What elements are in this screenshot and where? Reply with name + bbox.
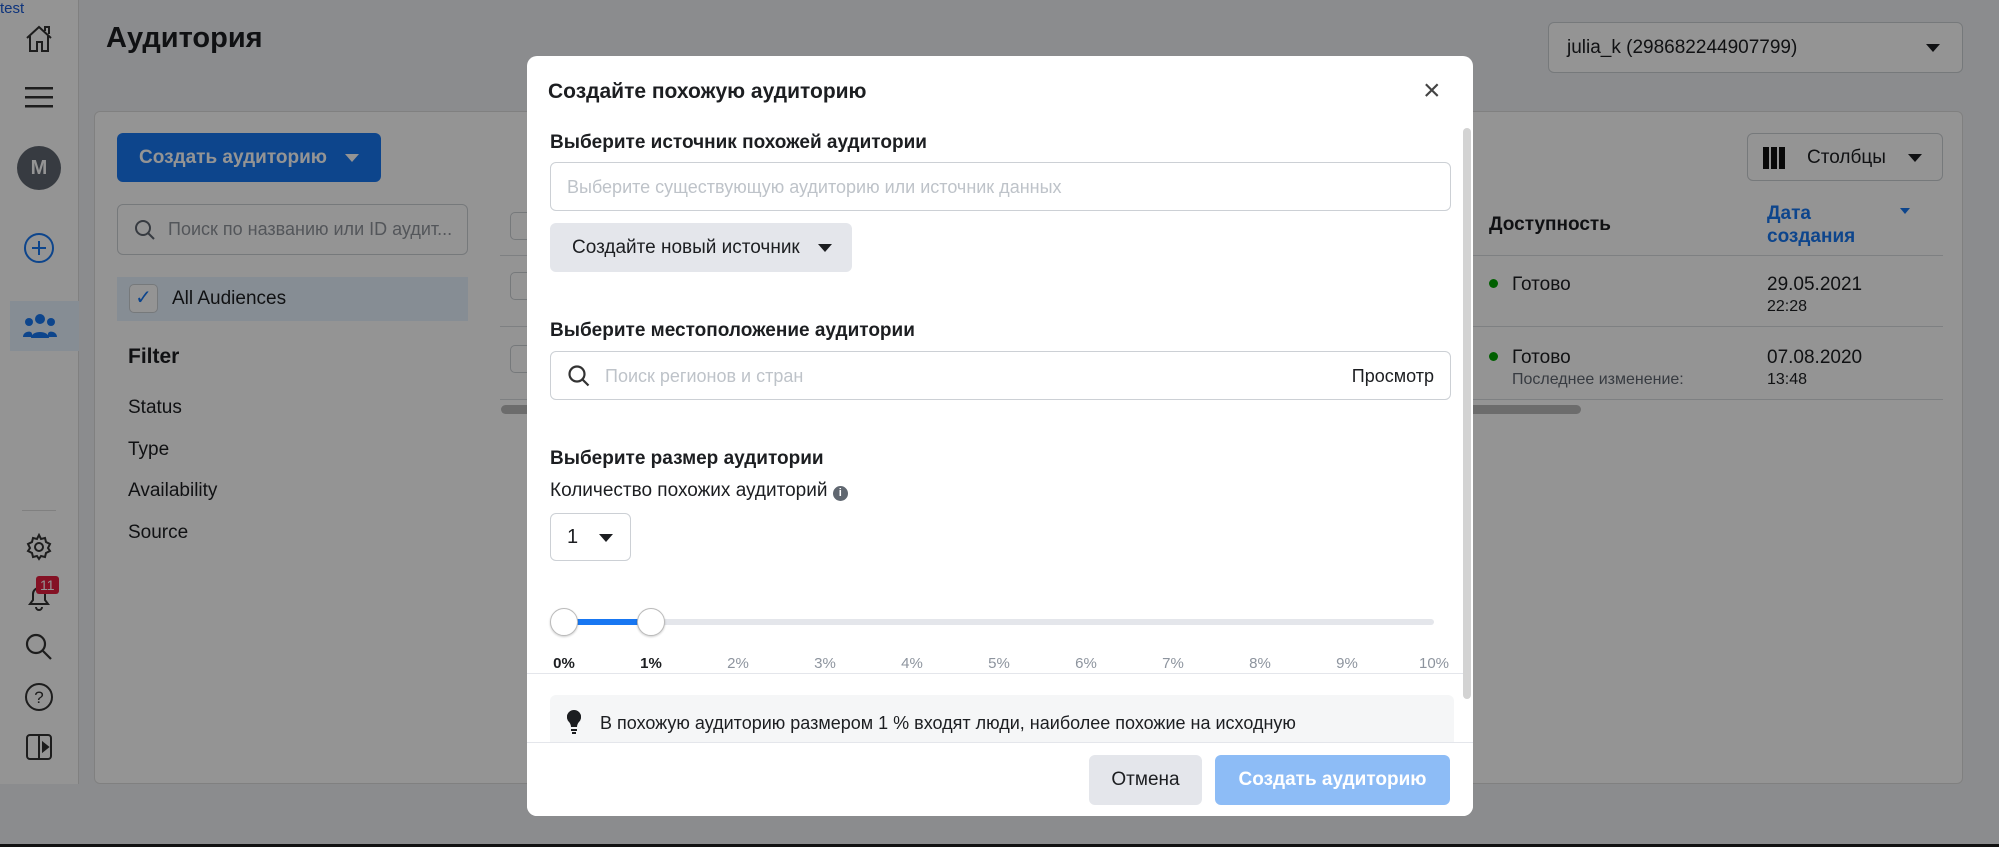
- caret-down-icon: [818, 244, 832, 252]
- slider-tick-label: 4%: [901, 655, 923, 672]
- slider-tick-label: 9%: [1336, 655, 1358, 672]
- slider-tick-label: 0%: [553, 655, 575, 672]
- size-section-label: Выберите размер аудитории: [550, 448, 824, 469]
- slider-tick-label: 1%: [640, 655, 662, 672]
- location-search-input[interactable]: Поиск регионов и стран Просмотр: [550, 351, 1451, 400]
- divider: [527, 673, 1463, 674]
- location-placeholder: Поиск регионов и стран: [605, 366, 804, 386]
- browse-link[interactable]: Просмотр: [1352, 366, 1434, 387]
- count-select[interactable]: 1: [550, 513, 631, 561]
- slider-tick-label: 2%: [727, 655, 749, 672]
- source-placeholder: Выберите существующую аудиторию или исто…: [567, 177, 1062, 197]
- dialog-footer: Отмена Создать аудиторию: [527, 742, 1473, 816]
- slider-tick-label: 3%: [814, 655, 836, 672]
- slider-handle-max[interactable]: [637, 608, 665, 636]
- count-label-text: Количество похожих аудиторий: [550, 480, 828, 501]
- dialog-title: Создайте похожую аудиторию: [548, 80, 867, 103]
- cancel-button[interactable]: Отмена: [1089, 755, 1202, 805]
- slider-tick-label: 8%: [1249, 655, 1271, 672]
- dialog-scrollbar[interactable]: [1463, 128, 1471, 699]
- close-icon[interactable]: ×: [1423, 76, 1441, 106]
- count-value: 1: [567, 526, 579, 548]
- source-input[interactable]: Выберите существующую аудиторию или исто…: [550, 162, 1451, 211]
- info-icon[interactable]: i: [832, 486, 848, 501]
- create-new-source-label: Создайте новый источник: [572, 237, 800, 258]
- count-label: Количество похожих аудиторий i: [550, 480, 848, 502]
- search-icon: [568, 365, 590, 387]
- slider-tick-label: 10%: [1418, 655, 1450, 672]
- submit-create-audience-button[interactable]: Создать аудиторию: [1215, 755, 1450, 805]
- slider-tick-label: 6%: [1075, 655, 1097, 672]
- lookalike-audience-dialog: Создайте похожую аудиторию × Выберите ис…: [527, 56, 1473, 816]
- slider-handle-min[interactable]: [550, 608, 578, 636]
- slider-tick-label: 7%: [1162, 655, 1184, 672]
- location-section-label: Выберите местоположение аудитории: [550, 320, 915, 341]
- caret-down-icon: [599, 534, 613, 542]
- slider-track[interactable]: [564, 619, 1434, 625]
- lightbulb-icon: [567, 710, 581, 734]
- slider-tick-label: 5%: [988, 655, 1010, 672]
- source-section-label: Выберите источник похожей аудитории: [550, 132, 927, 153]
- create-new-source-button[interactable]: Создайте новый источник: [550, 223, 852, 272]
- tip-text: В похожую аудиторию размером 1 % входят …: [600, 713, 1296, 733]
